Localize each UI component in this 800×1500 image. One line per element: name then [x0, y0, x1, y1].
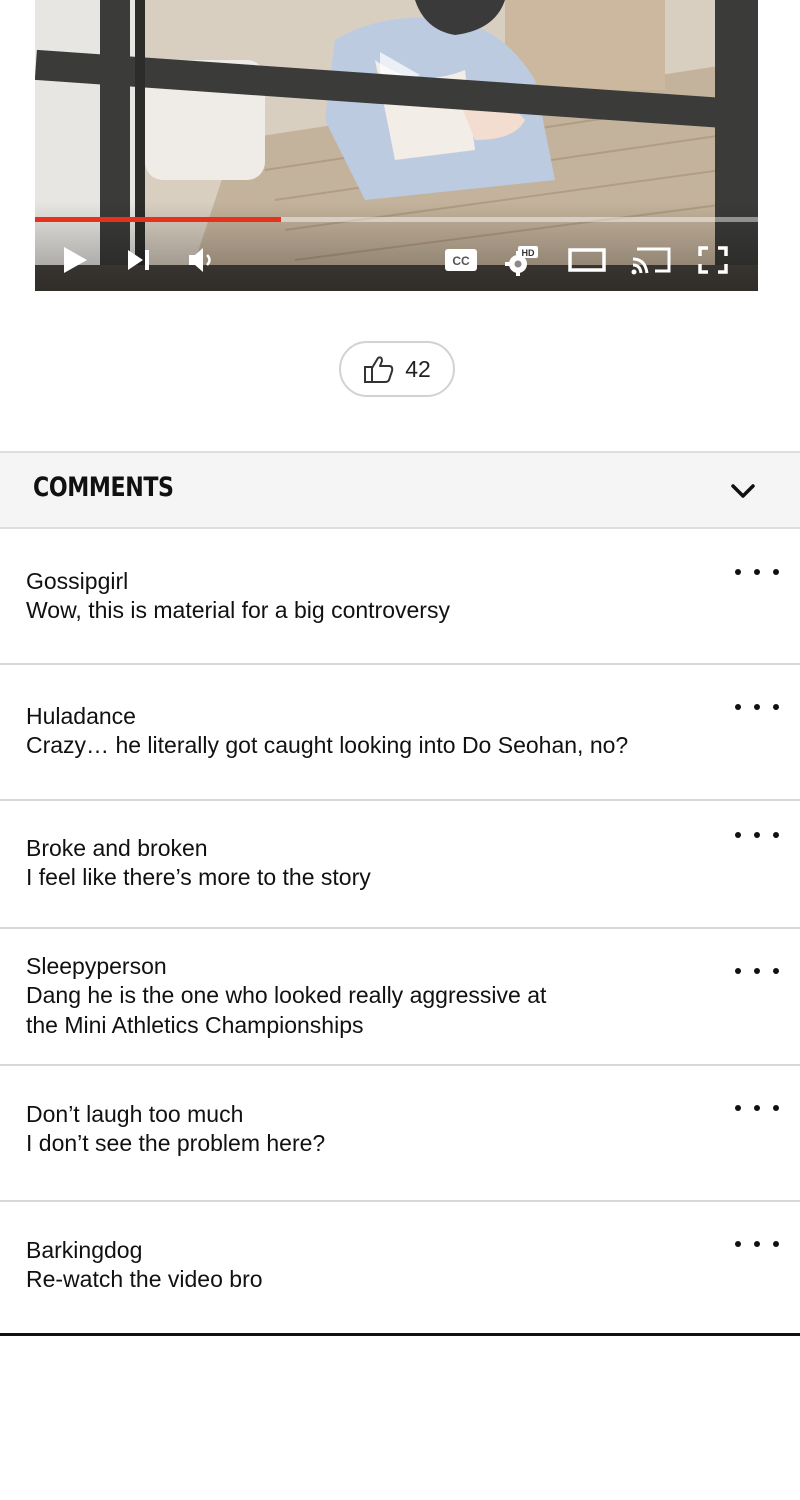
more-dot-icon: [735, 1105, 741, 1111]
comment-text: Crazy… he literally got caught looking i…: [26, 732, 629, 758]
comment-item: Don’t laugh too much I don’t see the pro…: [0, 1066, 800, 1202]
more-dot-icon: [773, 704, 779, 710]
comments-collapse-button[interactable]: [728, 477, 758, 505]
comments-title: COMMENTS: [33, 472, 174, 503]
comment-text: the Mini Athletics Championships: [26, 1012, 364, 1038]
progress-bar[interactable]: [35, 217, 758, 222]
comment-author: Barkingdog: [26, 1237, 143, 1263]
comment-text: I feel like there’s more to the story: [26, 864, 371, 890]
more-dot-icon: [773, 569, 779, 575]
more-dot-icon: [754, 1241, 760, 1247]
comment-author: Sleepyperson: [26, 953, 167, 979]
closed-captions-icon: CC: [445, 249, 477, 271]
volume-icon: [189, 248, 211, 272]
comment-text: Wow, this is material for a big controve…: [26, 597, 450, 623]
comment-item: Sleepyperson Dang he is the one who look…: [0, 929, 800, 1066]
play-button[interactable]: [57, 240, 93, 280]
comment-more-button[interactable]: [735, 1234, 779, 1254]
svg-text:CC: CC: [452, 254, 470, 268]
like-count: 42: [405, 355, 431, 382]
fullscreen-button[interactable]: [695, 240, 731, 280]
comment-author: Gossipgirl: [26, 568, 129, 594]
comment-item: Gossipgirl Wow, this is material for a b…: [0, 529, 800, 665]
comment-more-button[interactable]: [735, 825, 779, 845]
section-divider: [0, 1333, 800, 1336]
cast-icon: [631, 247, 671, 275]
comment-author: Don’t laugh too much: [26, 1101, 244, 1127]
more-dot-icon: [754, 1105, 760, 1111]
comment-author: Huladance: [26, 703, 136, 729]
more-dot-icon: [735, 832, 741, 838]
video-player[interactable]: CC HD: [35, 0, 758, 291]
more-dot-icon: [735, 968, 741, 974]
captions-button[interactable]: CC: [443, 240, 479, 280]
volume-button[interactable]: [185, 240, 219, 280]
comment-more-button[interactable]: [735, 562, 779, 582]
more-dot-icon: [735, 1241, 741, 1247]
thumbs-up-icon: [364, 356, 394, 383]
more-dot-icon: [773, 832, 779, 838]
comment-item: Barkingdog Re-watch the video bro: [0, 1202, 800, 1333]
more-dot-icon: [754, 569, 760, 575]
more-dot-icon: [773, 1241, 779, 1247]
theater-mode-icon: [568, 248, 606, 272]
more-dot-icon: [735, 704, 741, 710]
fullscreen-icon: [698, 246, 728, 274]
next-button[interactable]: [123, 240, 155, 280]
theater-mode-button[interactable]: [567, 240, 607, 280]
more-dot-icon: [773, 968, 779, 974]
comment-item: Huladance Crazy… he literally got caught…: [0, 665, 800, 801]
comment-more-button[interactable]: [735, 697, 779, 717]
more-dot-icon: [754, 832, 760, 838]
play-icon: [64, 247, 87, 273]
comment-item: Broke and broken I feel like there’s mor…: [0, 801, 800, 929]
comment-text: Dang he is the one who looked really agg…: [26, 982, 547, 1008]
like-button[interactable]: 42: [339, 341, 455, 397]
chevron-down-icon: [731, 484, 755, 498]
cast-button[interactable]: [631, 240, 673, 280]
gear-icon: HD: [505, 246, 538, 276]
comment-text: Re-watch the video bro: [26, 1266, 263, 1292]
comment-more-button[interactable]: [735, 961, 779, 981]
more-dot-icon: [773, 1105, 779, 1111]
more-dot-icon: [754, 704, 760, 710]
more-dot-icon: [754, 968, 760, 974]
progress-bar-fill: [35, 217, 281, 222]
comments-header: COMMENTS: [0, 451, 800, 529]
settings-button[interactable]: HD: [501, 240, 543, 280]
hd-badge: HD: [522, 248, 535, 258]
comment-author: Broke and broken: [26, 835, 208, 861]
comment-text: I don’t see the problem here?: [26, 1130, 326, 1156]
skip-next-icon: [128, 250, 149, 270]
comment-more-button[interactable]: [735, 1098, 779, 1118]
more-dot-icon: [735, 569, 741, 575]
